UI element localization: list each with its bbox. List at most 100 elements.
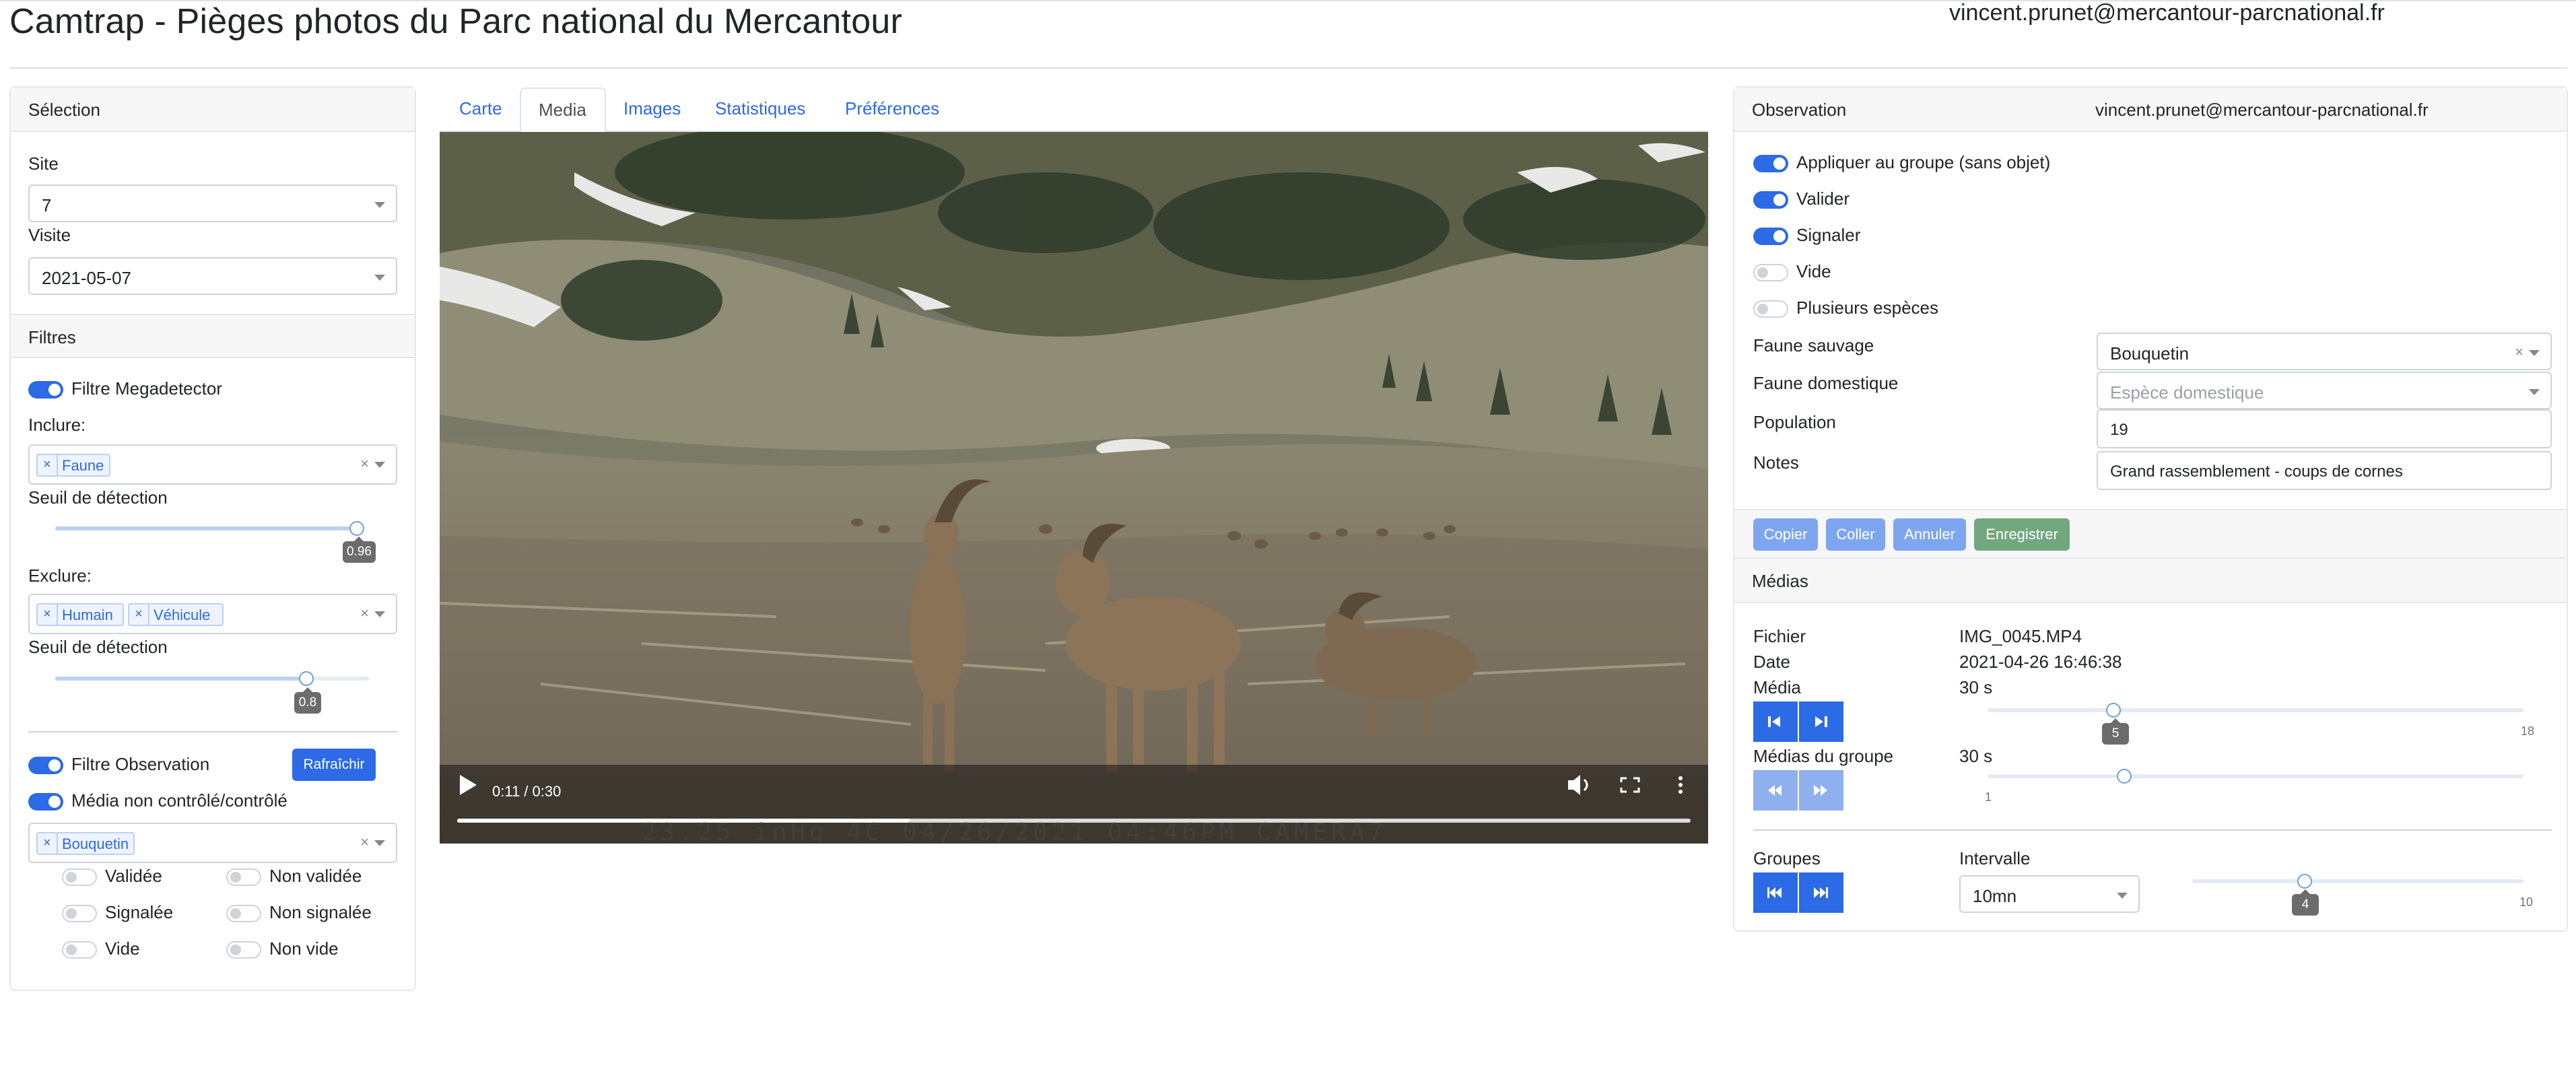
prev-group-media-button[interactable] xyxy=(1753,770,1798,811)
visit-select[interactable]: 2021-05-07 xyxy=(28,257,397,295)
wild-fauna-select[interactable]: Bouquetin × xyxy=(2097,333,2552,370)
observation-card: Observation vincent.prunet@mercantour-pa… xyxy=(1733,86,2568,932)
media-slider-value: 5 xyxy=(2102,718,2129,745)
exclude-tag-vehicule[interactable]: × Véhicule xyxy=(128,603,224,626)
video-time: 0:11 / 0:30 xyxy=(492,783,562,800)
interval-select[interactable]: 10mn xyxy=(1959,875,2140,913)
copy-button[interactable]: Copier xyxy=(1753,518,1818,551)
clear-icon[interactable]: × xyxy=(360,455,369,473)
validate-toggle[interactable] xyxy=(1753,191,1788,209)
multi-species-toggle[interactable] xyxy=(1753,300,1788,318)
not-validated-toggle[interactable] xyxy=(226,868,261,886)
not-empty-label: Non vide xyxy=(269,938,339,959)
remove-tag-icon[interactable]: × xyxy=(135,607,143,622)
observation-header: Observation vincent.prunet@mercantour-pa… xyxy=(1734,88,2567,132)
clear-icon[interactable]: × xyxy=(2515,343,2523,361)
observation-filter-toggle[interactable] xyxy=(28,757,63,774)
megadetector-label: Filtre Megadetector xyxy=(71,378,222,399)
tab-images[interactable]: Images xyxy=(623,88,681,132)
validate-label: Valider xyxy=(1796,188,1850,209)
prev-media-button[interactable] xyxy=(1753,701,1798,742)
skip-forward-group-icon xyxy=(1814,887,1828,898)
domestic-fauna-label: Faune domestique xyxy=(1753,373,1899,393)
rewind-icon xyxy=(1768,785,1782,796)
media-slider-track[interactable] xyxy=(1988,708,2523,712)
megadetector-toggle[interactable] xyxy=(28,381,63,399)
multi-species-label: Plusieurs espèces xyxy=(1796,298,1938,318)
more-icon xyxy=(1679,776,1683,794)
next-group-media-button[interactable] xyxy=(1799,770,1843,811)
notes-field[interactable]: Grand rassemblement - coups de cornes xyxy=(2097,451,2552,490)
exclude-tag-humain[interactable]: × Humain xyxy=(36,603,124,626)
population-field[interactable]: 19 xyxy=(2097,409,2552,448)
empty-toggle[interactable] xyxy=(62,941,97,959)
skip-next-icon xyxy=(1815,716,1827,727)
species-tag-bouquetin[interactable]: × Bouquetin xyxy=(36,832,135,855)
include-multiselect[interactable]: × Faune × xyxy=(28,444,397,485)
tab-media[interactable]: Media xyxy=(520,88,606,132)
next-media-button[interactable] xyxy=(1799,701,1843,742)
observation-title: Observation xyxy=(1752,100,1847,120)
media-controlled-toggle[interactable] xyxy=(28,793,63,811)
group-slider-thumb[interactable] xyxy=(2117,769,2132,784)
domestic-fauna-select[interactable]: Espèce domestique xyxy=(2097,372,2552,409)
prev-group-button[interactable] xyxy=(1753,872,1798,913)
date-label: Date xyxy=(1753,652,1790,672)
group-media-value: 30 s xyxy=(1959,746,1993,766)
file-label: Fichier xyxy=(1753,626,1806,646)
remove-tag-icon[interactable]: × xyxy=(43,457,51,473)
save-button[interactable]: Enregistrer xyxy=(1974,518,2070,551)
medias-divider xyxy=(1753,829,2552,831)
clear-icon[interactable]: × xyxy=(360,605,369,622)
include-tag-faune[interactable]: × Faune xyxy=(36,454,110,477)
interval-slider-thumb[interactable] xyxy=(2297,874,2312,889)
visit-select-value: 2021-05-07 xyxy=(42,268,131,288)
cancel-button[interactable]: Annuler xyxy=(1893,518,1966,551)
wild-fauna-label: Faune sauvage xyxy=(1753,335,1874,355)
site-select[interactable]: 7 xyxy=(28,184,397,222)
clear-icon[interactable]: × xyxy=(360,833,369,851)
fast-forward-icon xyxy=(1814,785,1827,796)
tab-carte[interactable]: Carte xyxy=(459,88,502,132)
tab-preferences[interactable]: Préférences xyxy=(845,88,939,132)
validated-toggle[interactable] xyxy=(62,868,97,886)
visit-label: Visite xyxy=(28,225,71,245)
next-group-button[interactable] xyxy=(1799,872,1843,913)
exclude-multiselect[interactable]: × Humain × Véhicule × xyxy=(28,594,397,634)
interval-slider-track[interactable] xyxy=(2192,879,2523,883)
not-flagged-label: Non signalée xyxy=(269,902,372,922)
not-empty-toggle[interactable] xyxy=(226,941,261,959)
page-title: Camtrap - Pièges photos du Parc national… xyxy=(9,2,902,41)
medias-header: Médias xyxy=(1734,559,2567,603)
groups-label: Groupes xyxy=(1753,848,1821,868)
video-player[interactable]: 0:11 / 0:30 23.25 inHg 4C 04/26/2021 04:… xyxy=(440,132,1708,844)
flag-toggle[interactable] xyxy=(1753,228,1788,245)
wild-fauna-value: Bouquetin xyxy=(2110,343,2190,364)
include-threshold-thumb[interactable] xyxy=(349,521,364,536)
empty-obs-toggle[interactable] xyxy=(1753,264,1788,281)
exclude-threshold-thumb[interactable] xyxy=(299,671,314,686)
date-value: 2021-04-26 16:46:38 xyxy=(1959,652,2122,672)
group-slider-min: 1 xyxy=(1985,790,1992,804)
species-multiselect[interactable]: × Bouquetin × xyxy=(28,823,397,863)
interval-slider-max: 10 xyxy=(2519,895,2534,909)
not-validated-label: Non validée xyxy=(269,866,362,886)
flagged-toggle[interactable] xyxy=(62,905,97,922)
empty-label: Vide xyxy=(105,938,140,959)
medias-title: Médias xyxy=(1752,571,1808,591)
tab-statistiques[interactable]: Statistiques xyxy=(715,88,805,132)
media-slider-thumb[interactable] xyxy=(2106,703,2121,718)
remove-tag-icon[interactable]: × xyxy=(43,607,51,622)
media-controlled-label: Média non contrôlé/contrôlé xyxy=(71,790,287,811)
site-label: Site xyxy=(28,153,59,174)
include-threshold-track[interactable] xyxy=(55,526,358,530)
notes-value: Grand rassemblement - coups de cornes xyxy=(2110,462,2403,481)
remove-tag-icon[interactable]: × xyxy=(43,835,51,851)
not-flagged-toggle[interactable] xyxy=(226,905,261,922)
paste-button[interactable]: Coller xyxy=(1826,518,1885,551)
apply-group-toggle[interactable] xyxy=(1753,155,1788,172)
skip-back-group-icon xyxy=(1767,887,1782,898)
refresh-button[interactable]: Rafraîchir xyxy=(292,749,376,781)
group-slider-track[interactable] xyxy=(1988,774,2523,778)
media-value: 30 s xyxy=(1959,677,1993,697)
